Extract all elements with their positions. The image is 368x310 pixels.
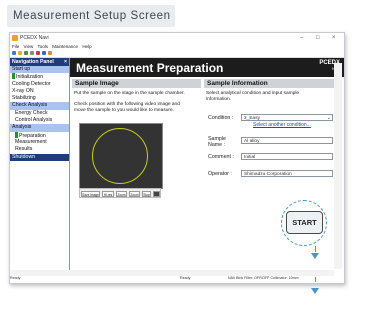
camera-view[interactable]	[79, 123, 163, 189]
toolbar	[10, 50, 344, 58]
menu-view[interactable]: View	[24, 44, 34, 49]
save-icon[interactable]	[24, 51, 28, 55]
nav-item-label: Start up	[12, 66, 31, 72]
menu-bar: File View Tools Maintenance Help	[10, 43, 344, 50]
operator-field[interactable]: Shimadzu Corporation	[241, 170, 333, 177]
hires-button[interactable]: Hi-res	[102, 190, 114, 197]
nav-item-energy-check[interactable]: Energy Check	[10, 110, 69, 117]
nav-item-label: Preparation	[19, 132, 46, 139]
settings-icon[interactable]	[48, 51, 52, 55]
stop-icon[interactable]	[36, 51, 40, 55]
nav-panel-title: Navigation Panel	[12, 59, 54, 65]
comment-label: Comment :	[208, 154, 234, 160]
status-middle: Ready	[180, 276, 191, 280]
nav-item-stabilizing[interactable]: Stabilizing	[10, 95, 69, 102]
print-icon[interactable]	[30, 51, 34, 55]
help-icon[interactable]	[42, 51, 46, 55]
nav-item-initialization[interactable]: Initialization	[10, 73, 69, 80]
camera-toolbar: Save image Hi-res Zoom Zoom Stop	[79, 188, 161, 198]
vertical-scrollbar[interactable]	[334, 63, 342, 269]
nav-item-check-analysis[interactable]: Check Analysis	[10, 102, 69, 110]
sample-info-heading: Sample Information	[204, 79, 342, 88]
nav-item-label: Shutdown	[12, 153, 36, 160]
camera-icon[interactable]	[153, 190, 160, 197]
current-step-marker	[12, 73, 15, 80]
sample-name-label: Sample Name :	[208, 136, 226, 148]
nav-item-label: Stabilizing	[12, 95, 36, 102]
title-bar: PCEDX Navi – □ ×	[10, 33, 344, 43]
nav-item-label: X-ray ON	[12, 87, 34, 94]
current-step-marker	[15, 131, 18, 138]
menu-help[interactable]: Help	[82, 44, 91, 49]
navigation-panel: Navigation Panel × Start up Initializatio…	[10, 58, 70, 272]
nav-item-x-ray-on[interactable]: X-ray ON	[10, 88, 69, 95]
sample-info-desc-2: information.	[206, 97, 232, 102]
nav-item-control-analysis[interactable]: Control Analysis	[10, 117, 69, 124]
sample-image-heading: Sample Image	[72, 79, 201, 88]
condition-value: 2_Easy	[244, 116, 260, 121]
comment-field[interactable]: Initial	[241, 153, 333, 160]
condition-label: Condition :	[208, 115, 234, 121]
screen-caption: Measurement Setup Screen	[7, 5, 175, 27]
nav-item-cooling-detector[interactable]: Cooling Detector	[10, 81, 69, 88]
operator-label: Operator :	[208, 171, 232, 177]
status-left: Ready	[10, 276, 21, 280]
nav-item-shutdown[interactable]: Shutdown	[10, 153, 69, 161]
status-bar: Ready Ready NAV Blnk Filter: OFF/OFF Col…	[10, 276, 342, 281]
nav-list: Start up Initialization Cooling Detector X-…	[10, 66, 69, 161]
menu-file[interactable]: File	[12, 44, 19, 49]
nav-item-results[interactable]: Results	[10, 146, 69, 153]
start-button[interactable]: START	[286, 211, 323, 234]
menu-tools[interactable]: Tools	[37, 44, 48, 49]
nav-item-label: Analysis	[12, 124, 32, 131]
menu-maintenance[interactable]: Maintenance	[52, 44, 78, 49]
maximize-button[interactable]: □	[316, 33, 320, 43]
nav-item-label: Control Analysis	[15, 117, 53, 124]
sample-image-instruction-3: move the sample to you would like to mea…	[74, 108, 174, 113]
nav-item-label: Energy Check	[15, 109, 48, 116]
status-right: NAV Blnk Filter: OFF/OFF Collimator: 10m…	[228, 276, 299, 280]
close-button[interactable]: ×	[332, 33, 336, 43]
stop-button[interactable]: Stop	[142, 190, 151, 197]
guide-arrow-head-1	[311, 253, 319, 259]
nav-item-measurement[interactable]: Measurement	[10, 139, 69, 146]
nav-item-label: Measurement	[15, 138, 47, 145]
app-window: PCEDX Navi – □ × File View Tools Mainten…	[9, 32, 345, 284]
condition-select[interactable]: 2_Easy ⌄	[241, 114, 333, 121]
zoom-in-button[interactable]: Zoom	[116, 190, 127, 197]
save-image-button[interactable]: Save image	[81, 190, 100, 197]
minimize-button[interactable]: –	[300, 33, 303, 43]
guide-arrow-line-1	[315, 246, 316, 252]
nav-item-label: Results	[15, 146, 33, 153]
sample-name-field[interactable]: Al alloy	[241, 137, 333, 144]
sample-image-instruction-1: Put the sample on the stage in the sampl…	[74, 91, 185, 96]
zoom-out-button[interactable]: Zoom	[129, 190, 140, 197]
open-icon[interactable]	[18, 51, 22, 55]
nav-item-preparation[interactable]: Preparation	[10, 131, 69, 139]
chevron-down-icon: ⌄	[326, 115, 331, 121]
guide-arrow-head-2	[311, 288, 319, 294]
nav-close-icon[interactable]: ×	[64, 58, 67, 66]
app-icon	[12, 35, 18, 41]
nav-panel-header: Navigation Panel ×	[10, 58, 69, 66]
nav-item-label: Cooling Detector	[12, 80, 51, 87]
guide-arrow-line-2	[315, 277, 316, 282]
nav-item-label: Check Analysis	[12, 102, 48, 109]
select-another-condition-link[interactable]: Select another condition...	[253, 122, 311, 128]
window-title: PCEDX Navi	[20, 35, 49, 41]
stage-target-ring	[92, 128, 148, 184]
nav-item-label: Initialization	[16, 74, 44, 81]
nav-item-start-up[interactable]: Start up	[10, 66, 69, 74]
page-header: Measurement Preparation PCEDX Navi	[70, 58, 344, 77]
new-icon[interactable]	[12, 51, 16, 55]
nav-item-analysis[interactable]: Analysis	[10, 124, 69, 132]
page-title: Measurement Preparation	[76, 61, 224, 75]
